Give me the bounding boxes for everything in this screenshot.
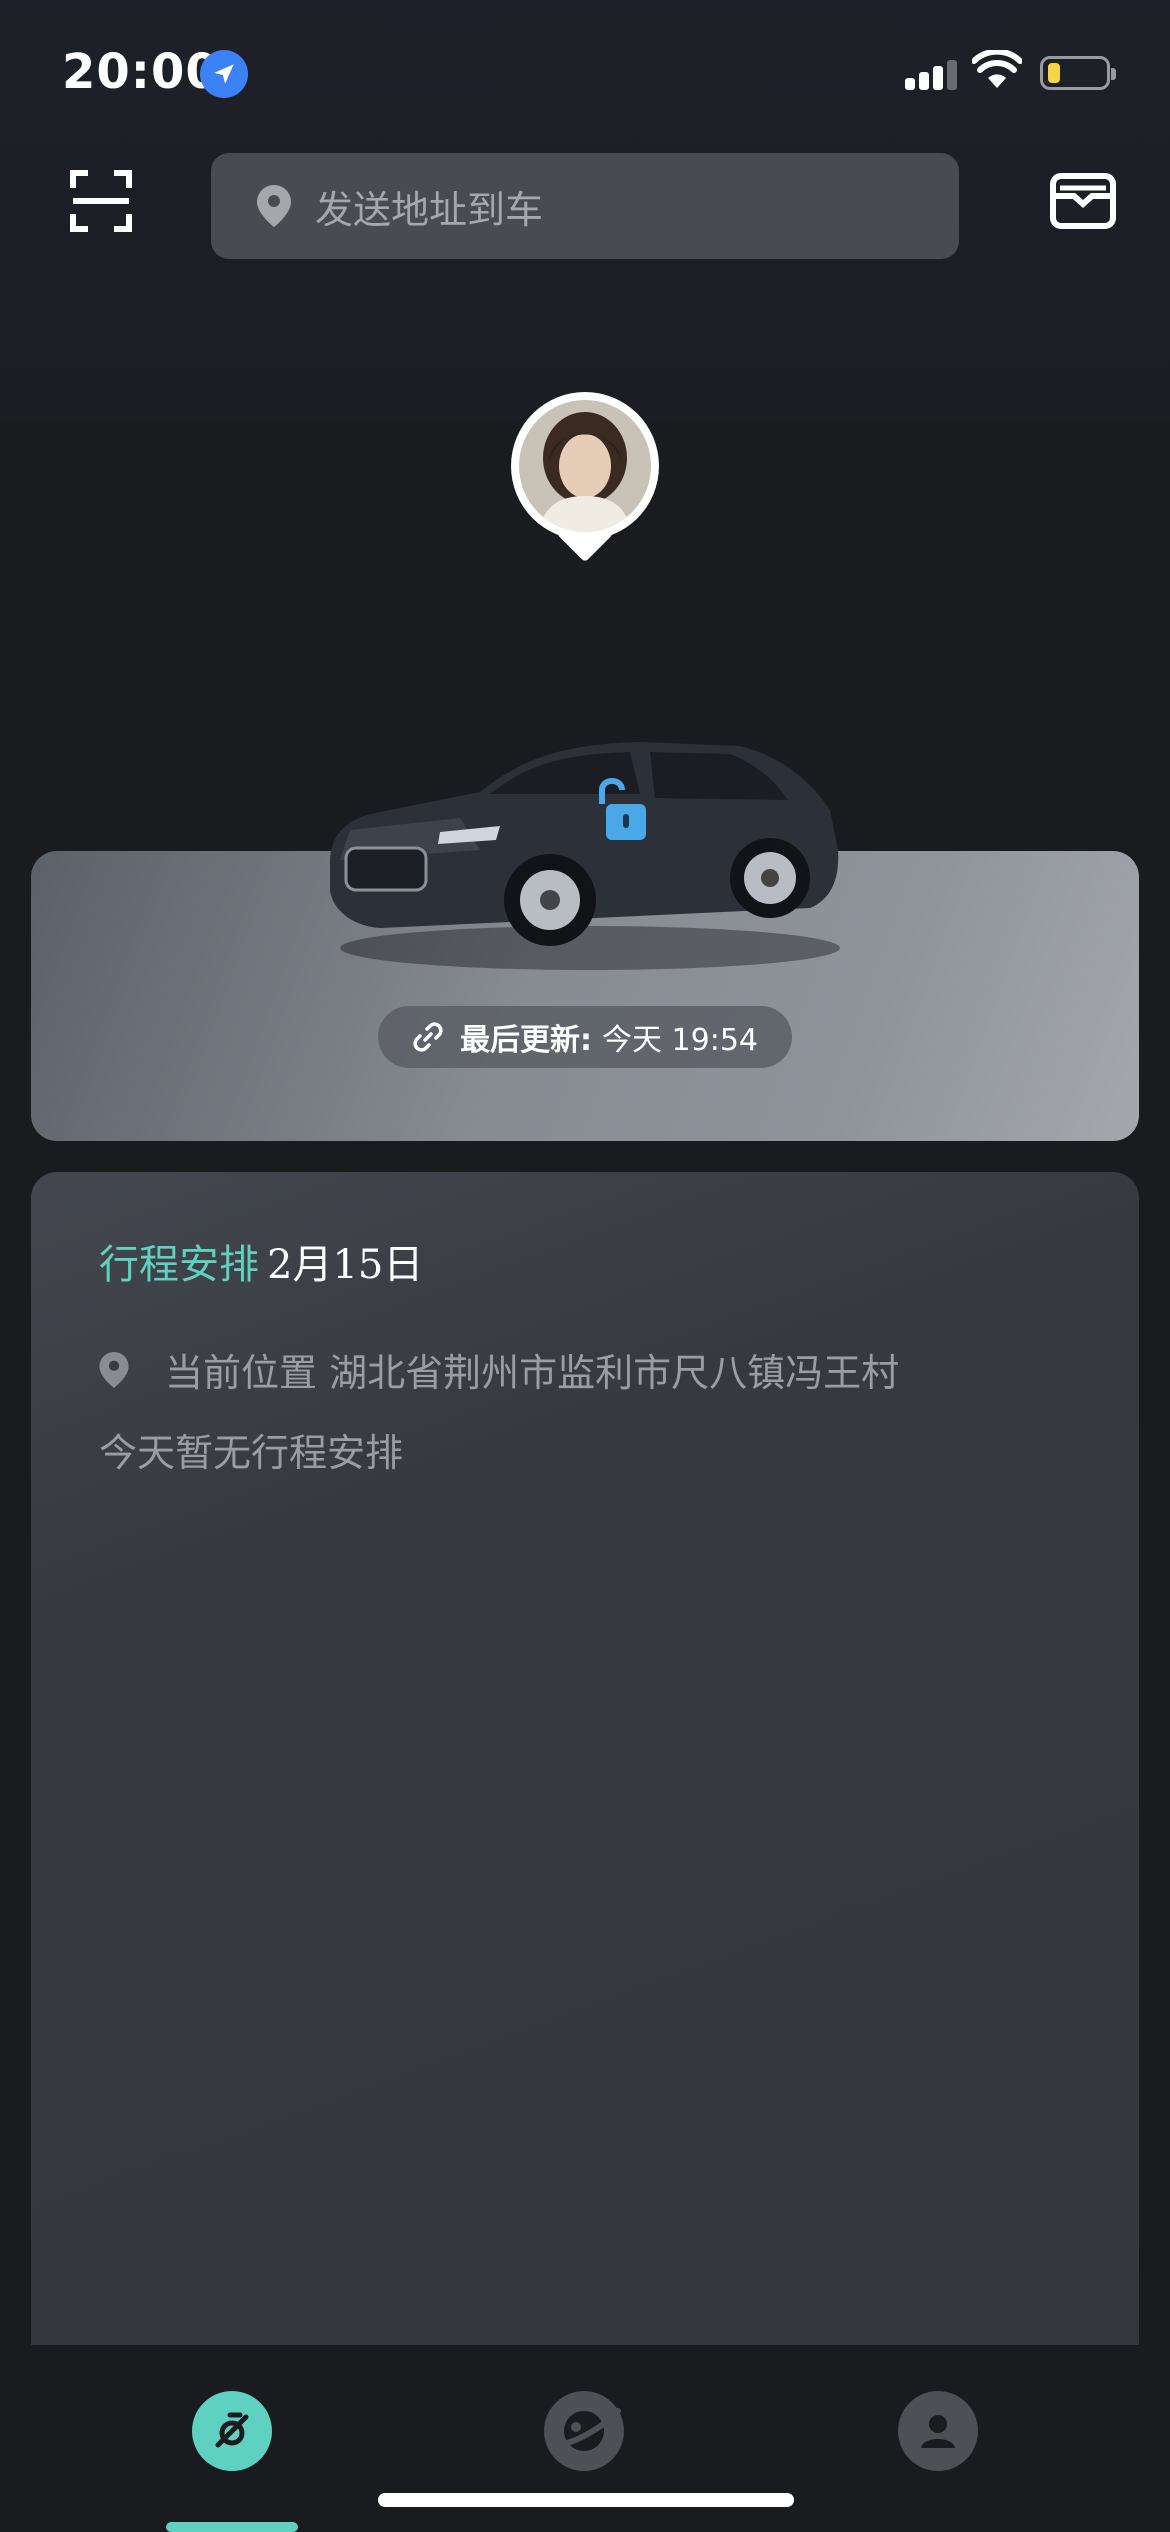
send-address-search[interactable]: 发送地址到车 xyxy=(211,153,959,259)
last-update-pill: 最后更新: 今天 19:54 xyxy=(378,1006,792,1068)
current-location: 当前位置 湖北省荆州市监利市尺八镇冯王村 xyxy=(99,1342,899,1397)
cellular-signal-icon xyxy=(905,60,957,90)
trip-card[interactable]: 行程安排 2月15日 当前位置 湖北省荆州市监利市尺八镇冯王村 今天暂无行程安排 xyxy=(31,1172,1139,2532)
last-update-label: 最后更新: xyxy=(460,1023,592,1058)
battery-level xyxy=(1048,63,1060,83)
user-avatar[interactable] xyxy=(511,392,659,563)
inbox-icon[interactable] xyxy=(1050,170,1116,232)
planet-discover-icon[interactable] xyxy=(544,2391,624,2471)
map-pin-icon xyxy=(257,185,291,227)
trip-date: 2月15日 xyxy=(267,1242,424,1288)
status-time: 20:00 xyxy=(62,44,220,100)
status-bar: 20:00 xyxy=(0,0,1170,140)
last-update-time: 今天 19:54 xyxy=(602,1023,758,1058)
scan-icon[interactable] xyxy=(70,170,132,232)
trip-empty-text: 今天暂无行程安排 xyxy=(99,1431,404,1475)
location-label: 当前位置 xyxy=(165,1351,318,1395)
location-arrow-icon xyxy=(200,50,248,98)
battery-icon xyxy=(1040,56,1116,90)
location-value: 湖北省荆州市监利市尺八镇冯王村 xyxy=(329,1351,900,1395)
link-icon xyxy=(413,1022,443,1052)
map-pin-icon xyxy=(99,1351,129,1388)
search-placeholder: 发送地址到车 xyxy=(315,187,544,232)
vehicle-image xyxy=(330,742,840,970)
car-home-icon[interactable] xyxy=(192,2391,272,2471)
profile-icon[interactable] xyxy=(898,2391,978,2471)
wifi-icon xyxy=(972,50,1022,88)
avatar xyxy=(519,400,651,532)
trip-title-label: 行程安排 xyxy=(99,1242,259,1288)
avatar-frame xyxy=(511,392,659,540)
nav-active-indicator xyxy=(166,2522,298,2532)
home-indicator[interactable] xyxy=(378,2493,794,2507)
trip-title: 行程安排 2月15日 xyxy=(99,1232,423,1290)
